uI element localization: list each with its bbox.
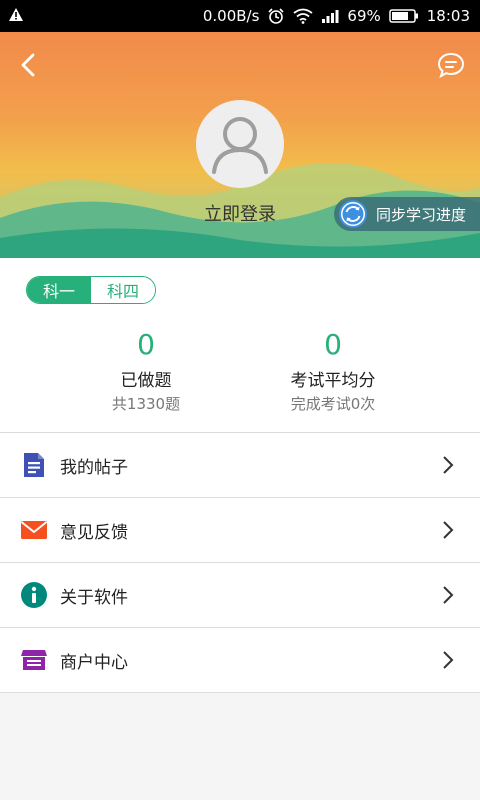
envelope-icon bbox=[20, 521, 48, 539]
user-icon bbox=[212, 117, 268, 174]
exam-count: 完成考试0次 bbox=[290, 395, 376, 413]
average-score: 0 bbox=[324, 328, 342, 361]
chevron-right-icon bbox=[443, 651, 454, 669]
sync-icon bbox=[339, 200, 367, 228]
sync-progress-button[interactable]: 同步学习进度 bbox=[334, 197, 480, 231]
chevron-right-icon bbox=[443, 586, 454, 604]
average-title: 考试平均分 bbox=[290, 371, 376, 391]
battery-icon bbox=[389, 9, 418, 23]
subject-toggle: 科一 科四 bbox=[26, 276, 156, 304]
menu-label: 意见反馈 bbox=[60, 522, 128, 543]
back-arrow-icon[interactable] bbox=[14, 50, 44, 80]
clock: 18:03 bbox=[426, 7, 470, 25]
wifi-icon bbox=[293, 8, 313, 24]
average-score-stat[interactable]: 0 考试平均分 完成考试0次 bbox=[213, 328, 453, 414]
chevron-right-icon bbox=[443, 456, 454, 474]
alarm-icon bbox=[268, 8, 284, 24]
menu-label: 关于软件 bbox=[60, 587, 128, 608]
menu-list: 我的帖子 意见反馈 关于软件 商户中心 bbox=[0, 432, 480, 693]
info-icon bbox=[21, 582, 47, 608]
signal-icon bbox=[322, 10, 339, 23]
document-icon bbox=[24, 453, 44, 477]
network-speed: 0.00B/s bbox=[202, 7, 260, 25]
avatar[interactable] bbox=[196, 100, 284, 188]
tab-subject-one[interactable]: 科一 bbox=[27, 277, 91, 303]
menu-label: 商户中心 bbox=[60, 652, 128, 673]
battery-percent: 69% bbox=[347, 7, 381, 25]
menu-item-my-posts[interactable]: 我的帖子 bbox=[0, 433, 480, 498]
message-icon[interactable] bbox=[436, 50, 466, 80]
stats-card: 科一 科四 0 已做题 共1330题 0 考试平均分 完成考试0次 bbox=[0, 258, 480, 432]
menu-item-merchant-center[interactable]: 商户中心 bbox=[0, 628, 480, 693]
chevron-right-icon bbox=[443, 521, 454, 539]
menu-label: 我的帖子 bbox=[60, 457, 128, 478]
profile-header: 立即登录 同步学习进度 bbox=[0, 32, 480, 258]
menu-item-about[interactable]: 关于软件 bbox=[0, 563, 480, 628]
menu-item-feedback[interactable]: 意见反馈 bbox=[0, 498, 480, 563]
tab-subject-four[interactable]: 科四 bbox=[91, 277, 155, 303]
store-icon bbox=[21, 650, 47, 670]
warning-icon bbox=[9, 8, 23, 21]
status-bar: 0.00B/s 69% 18:03 bbox=[0, 0, 480, 32]
sync-label: 同步学习进度 bbox=[376, 205, 467, 224]
